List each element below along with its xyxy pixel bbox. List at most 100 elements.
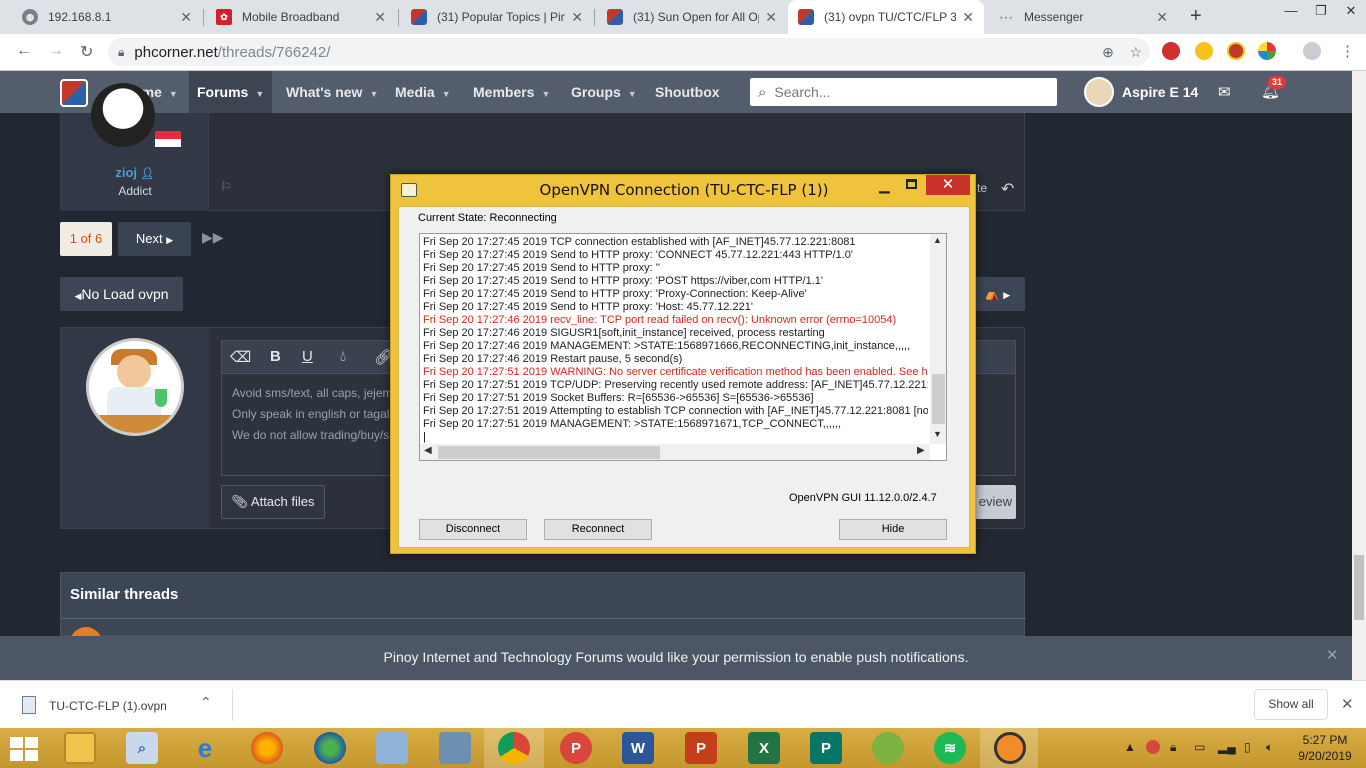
back-icon[interactable]: ←	[16, 42, 32, 60]
underline-icon[interactable]: U	[302, 348, 313, 365]
tab-popular-topics[interactable]: (31) Popular Topics | Pinc ✕	[401, 0, 593, 34]
maximize-button[interactable]	[906, 179, 917, 189]
show-all-button[interactable]: Show all	[1254, 689, 1328, 720]
pagination-next-button[interactable]: Next ▶	[118, 222, 191, 256]
battery-tray-icon[interactable]: ▯	[1244, 740, 1258, 754]
control-panel-icon[interactable]	[376, 732, 408, 764]
remote-desktop-icon[interactable]	[439, 732, 471, 764]
volume-tray-icon[interactable]: 🔈︎	[1266, 740, 1280, 754]
extension-bee-icon[interactable]	[1195, 42, 1213, 60]
close-icon[interactable]: ✕	[571, 9, 583, 26]
clock-date[interactable]: 9/20/2019	[1292, 749, 1358, 763]
eraser-icon[interactable]: ⌫	[230, 348, 251, 366]
word-icon[interactable]: W	[622, 732, 654, 764]
user-avatar[interactable]	[1084, 77, 1114, 107]
scroll-down-icon[interactable]: ▼	[933, 429, 942, 439]
add-icon[interactable]: ⊕	[1102, 44, 1114, 60]
reconnect-button[interactable]: Reconnect	[544, 519, 652, 540]
pagination-last-icon[interactable]: ▶▶	[202, 229, 224, 246]
extension-badge-icon[interactable]	[1227, 42, 1245, 60]
search-app-icon[interactable]: ⌕	[126, 732, 158, 764]
site-logo[interactable]	[60, 79, 88, 107]
minimize-button[interactable]: —	[1276, 0, 1306, 30]
tray-expand-icon[interactable]: ▲	[1124, 740, 1138, 754]
avatar[interactable]	[91, 83, 155, 147]
vpn-tray-icon[interactable]: 🔒︎	[1170, 740, 1184, 754]
menu-icon[interactable]: ⋮	[1340, 42, 1355, 60]
close-icon[interactable]: ✕	[1326, 646, 1339, 664]
tab-mobile-broadband[interactable]: ✿ Mobile Broadband ✕	[206, 0, 396, 34]
clock-time[interactable]: 5:27 PM	[1300, 733, 1350, 747]
close-icon[interactable]: ✕	[1156, 9, 1168, 26]
log-textbox[interactable]: Fri Sep 20 17:27:45 2019 TCP connection …	[419, 233, 947, 461]
file-explorer-icon[interactable]	[64, 732, 96, 764]
close-icon[interactable]: ✕	[1341, 695, 1354, 713]
mail-icon[interactable]: ✉	[1218, 83, 1231, 101]
account-name[interactable]: Aspire E 14	[1122, 71, 1198, 113]
nav-forums[interactable]: Forums ▼	[189, 71, 273, 113]
close-icon[interactable]: ✕	[765, 9, 777, 26]
post-author[interactable]: zioj 👤︎	[61, 165, 209, 180]
next-thread-button[interactable]: ⛺ ▶	[970, 277, 1025, 311]
log-horizontal-thumb[interactable]	[438, 446, 660, 459]
network-globe-icon[interactable]	[314, 732, 346, 764]
extension-globe-icon[interactable]	[1258, 42, 1276, 60]
nav-members[interactable]: Members ▼	[465, 71, 558, 113]
profile-avatar[interactable]	[1303, 42, 1321, 60]
chrome-icon[interactable]	[498, 732, 530, 764]
bold-icon[interactable]: B	[270, 348, 281, 365]
tab-ovpn-thread[interactable]: (31) ovpn TU/CTC/FLP 3 ✕	[788, 0, 984, 34]
close-button[interactable]: ✕	[926, 175, 970, 195]
pagination-current[interactable]: 1 of 6	[60, 222, 112, 256]
hide-button[interactable]: Hide	[839, 519, 947, 540]
nav-whats-new[interactable]: What's new ▼	[278, 71, 386, 113]
openvpn-icon[interactable]	[994, 732, 1026, 764]
close-icon[interactable]: ✕	[962, 9, 974, 26]
reload-icon[interactable]: ↻	[80, 42, 93, 62]
android-icon[interactable]	[872, 732, 904, 764]
psiphon-icon[interactable]: P	[560, 732, 592, 764]
preview-button[interactable]: eview	[974, 485, 1016, 519]
report-flag-icon[interactable]: ⚐	[220, 179, 232, 195]
push-notification-banner[interactable]: Pinoy Internet and Technology Forums wou…	[0, 636, 1352, 680]
maximize-button[interactable]: ❐	[1306, 0, 1336, 30]
disconnect-button[interactable]: Disconnect	[419, 519, 527, 540]
publisher-icon[interactable]: P	[810, 732, 842, 764]
spotify-icon[interactable]: ≋	[934, 732, 966, 764]
powerpoint-icon[interactable]: P	[685, 732, 717, 764]
quote-link[interactable]: te	[977, 181, 987, 195]
log-vertical-thumb[interactable]	[932, 374, 945, 424]
signal-tray-icon[interactable]: ▂▄	[1218, 740, 1236, 754]
nav-shoutbox[interactable]: Shoutbox	[647, 71, 728, 113]
new-tab-button[interactable]: +	[1190, 5, 1202, 28]
windows-start-icon[interactable]	[10, 737, 40, 761]
psiphon-tray-icon[interactable]	[1146, 740, 1160, 754]
tab-router[interactable]: ◍ 192.168.8.1 ✕	[12, 0, 202, 34]
page-scrollbar-thumb[interactable]	[1354, 555, 1364, 620]
chevron-up-icon[interactable]: ⌃	[200, 694, 212, 711]
nav-media[interactable]: Media ▼	[387, 71, 459, 113]
download-item[interactable]: TU-CTC-FLP (1).ovpn	[49, 699, 167, 713]
color-drop-icon[interactable]: 💧︎	[340, 348, 346, 365]
no-load-ovpn-button[interactable]: ◀No Load ovpn	[60, 277, 183, 311]
address-bar[interactable]: 🔒︎ phcorner.net/threads/766242/ ⊕ ☆	[108, 38, 1150, 66]
scroll-left-icon[interactable]: ◀	[424, 445, 432, 456]
internet-explorer-icon[interactable]: e	[189, 732, 221, 764]
extension-ad-icon[interactable]	[1162, 42, 1180, 60]
excel-icon[interactable]: X	[748, 732, 780, 764]
forum-search-input[interactable]: ⌕ Search...	[750, 78, 1057, 106]
attach-files-button[interactable]: 📎︎ Attach files	[221, 485, 325, 519]
nav-groups[interactable]: Groups ▼	[563, 71, 645, 113]
firefox-icon[interactable]	[251, 732, 283, 764]
close-icon[interactable]: ✕	[180, 9, 192, 26]
forward-icon[interactable]: →	[48, 42, 64, 60]
tab-messenger[interactable]: ⋯ Messenger ✕	[988, 0, 1178, 34]
reply-icon[interactable]: ↶	[1001, 179, 1014, 199]
star-icon[interactable]: ☆	[1129, 44, 1142, 60]
minimize-button[interactable]: ▁	[879, 177, 890, 194]
display-tray-icon[interactable]: ▭	[1194, 740, 1208, 754]
close-window-button[interactable]: ✕	[1336, 0, 1366, 30]
tab-sun-open[interactable]: (31) Sun Open for All Op ✕	[597, 0, 787, 34]
scroll-right-icon[interactable]: ▶	[917, 445, 925, 456]
close-icon[interactable]: ✕	[374, 9, 386, 26]
